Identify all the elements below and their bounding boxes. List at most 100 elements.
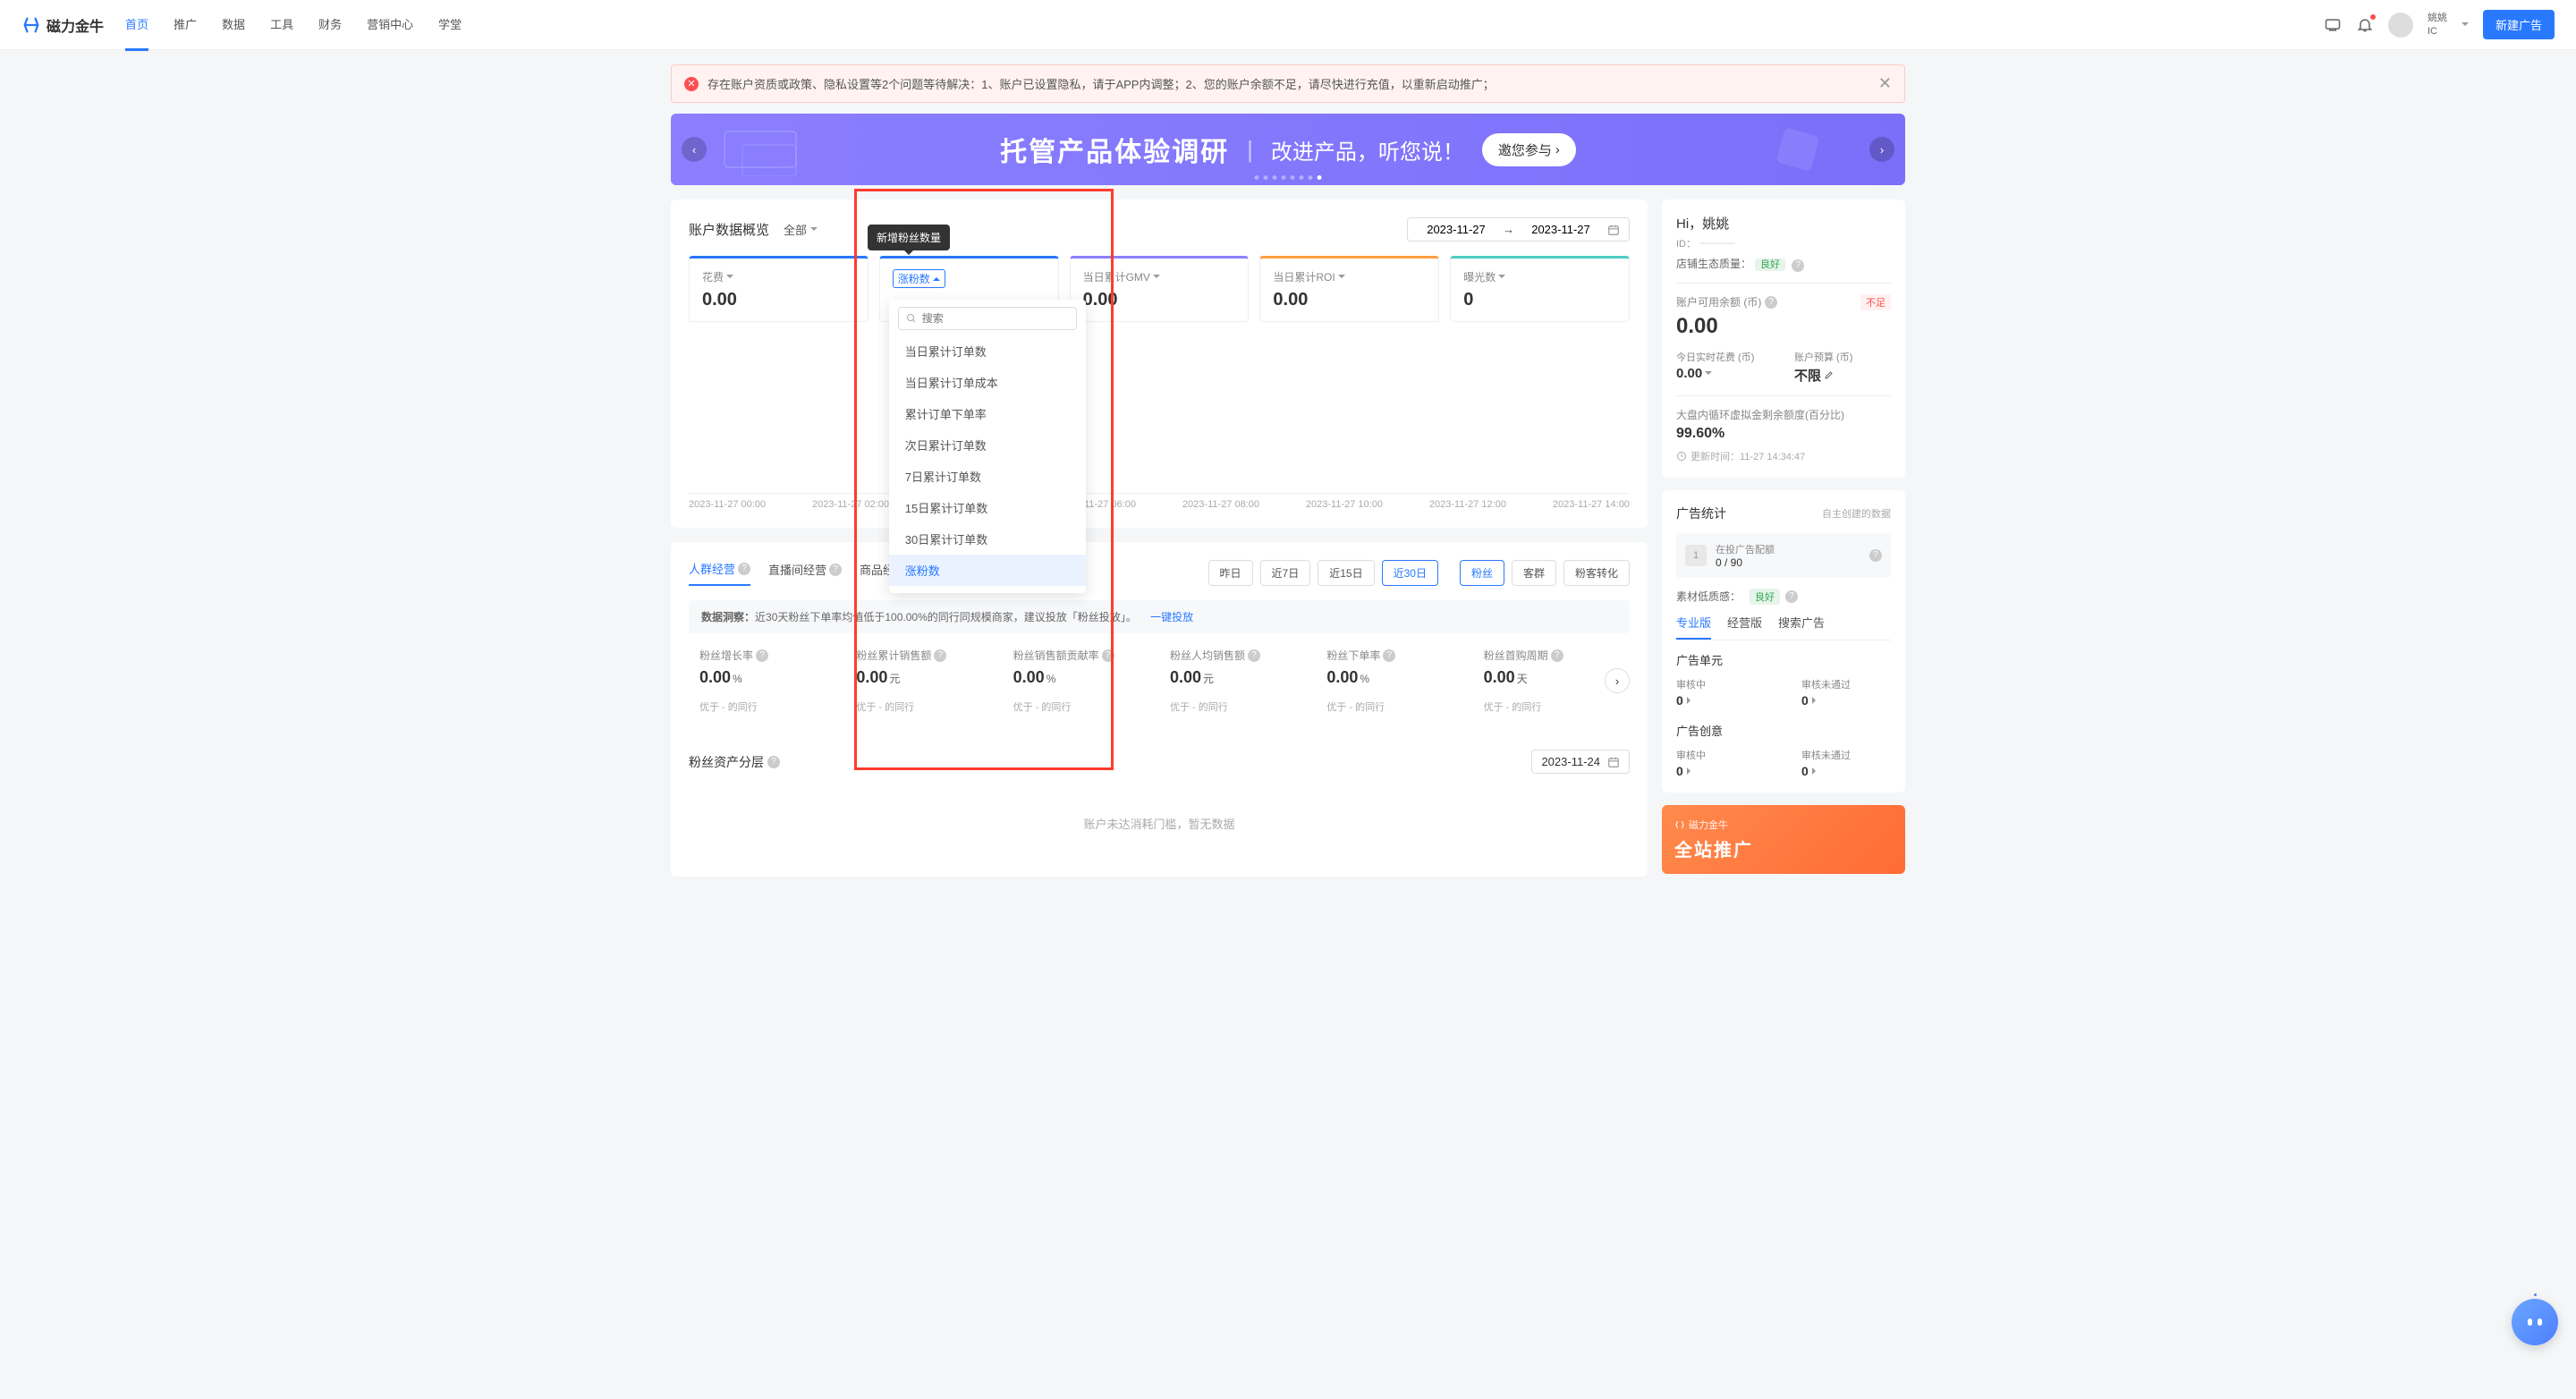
chevron-down-icon	[810, 227, 818, 234]
help-icon[interactable]: ?	[1248, 649, 1260, 662]
help-icon[interactable]: ?	[1102, 649, 1114, 662]
help-icon[interactable]: ?	[738, 563, 750, 575]
tag-btn-customers[interactable]: 客群	[1512, 560, 1556, 586]
update-time: 更新时间：11-27 14:34:47	[1676, 449, 1891, 463]
nav-school[interactable]: 学堂	[438, 0, 462, 51]
fan-metric-contribution: 粉丝销售额贡献率? 0.00% 优于 - 的同行	[1003, 648, 1159, 714]
review-pending-value[interactable]: 0	[1676, 693, 1766, 708]
help-icon[interactable]: ?	[829, 564, 842, 576]
banner-title: 托管产品体验调研	[1000, 130, 1229, 169]
review-fail-value[interactable]: 0	[1801, 693, 1891, 708]
metric-roi[interactable]: 当日累计ROI 0.00	[1259, 256, 1439, 322]
tab-crowd[interactable]: 人群经营?	[689, 560, 750, 586]
main-nav: 首页 推广 数据 工具 财务 营销中心 学堂	[125, 0, 462, 51]
time-btn-15d[interactable]: 近15日	[1318, 560, 1374, 586]
dropdown-item[interactable]: 30日累计订单数	[889, 523, 1086, 555]
main-layout: 账户数据概览 全部 → 新增粉丝数量	[671, 199, 1905, 891]
review-pending-value[interactable]: 0	[1676, 764, 1766, 778]
dropdown-item[interactable]: 15日累计订单数	[889, 492, 1086, 523]
chart-x-labels: 2023-11-27 00:00 2023-11-27 02:00 2023-1…	[689, 494, 1630, 510]
notification-icon[interactable]	[2356, 16, 2374, 34]
dropdown-item[interactable]: 7日累计订单数	[889, 461, 1086, 492]
dropdown-item[interactable]: 次日累计订单数	[889, 429, 1086, 461]
banner-cta-button[interactable]: 邀您参与 ›	[1482, 133, 1576, 166]
banner-deco-right	[1762, 127, 1852, 172]
dropdown-search[interactable]	[898, 307, 1077, 330]
version-tab-search[interactable]: 搜索广告	[1778, 614, 1825, 640]
nav-data[interactable]: 数据	[222, 0, 245, 51]
banner-subtitle: 改进产品，听您说！	[1271, 134, 1464, 165]
dropdown-item-active[interactable]: 涨粉数	[889, 555, 1086, 586]
help-icon[interactable]: ?	[1792, 259, 1804, 272]
chevron-right-icon	[1687, 767, 1694, 775]
date-to-input[interactable]	[1521, 223, 1600, 236]
help-icon[interactable]: ?	[1785, 590, 1798, 603]
help-icon[interactable]: ?	[767, 756, 780, 768]
insight-link[interactable]: 一键投放	[1150, 611, 1193, 623]
budget-value[interactable]: 不限	[1794, 366, 1891, 385]
dropdown-item[interactable]: 当日累计订单数	[889, 335, 1086, 367]
review-fail-value[interactable]: 0	[1801, 764, 1891, 778]
left-column: 账户数据概览 全部 → 新增粉丝数量	[671, 199, 1648, 891]
budget-label: 账户预算 (币)	[1794, 350, 1891, 364]
chevron-down-icon	[1705, 371, 1712, 378]
nav-tools[interactable]: 工具	[270, 0, 293, 51]
header: 磁力金牛 首页 推广 数据 工具 财务 营销中心 学堂 姚姚 IC 新建广告	[0, 0, 2576, 50]
date-from-input[interactable]	[1417, 223, 1496, 236]
metric-spend[interactable]: 花费 0.00	[689, 256, 869, 322]
chevron-down-icon	[1153, 275, 1160, 282]
metrics-next-button[interactable]: ›	[1605, 668, 1630, 693]
metric-gmv[interactable]: 当日累计GMV 0.00	[1070, 256, 1250, 322]
help-icon[interactable]: ?	[756, 649, 768, 662]
banner-prev-button[interactable]: ‹	[682, 137, 707, 162]
help-icon[interactable]: ?	[1383, 649, 1395, 662]
nav-finance[interactable]: 财务	[318, 0, 342, 51]
help-icon[interactable]: ?	[1869, 549, 1882, 562]
chat-float-button[interactable]	[2512, 1299, 2558, 1345]
asset-date-picker[interactable]: 2023-11-24	[1531, 750, 1630, 774]
banner-next-button[interactable]: ›	[1869, 137, 1894, 162]
logo[interactable]: 磁力金牛	[21, 14, 104, 36]
time-btn-30d[interactable]: 近30日	[1382, 560, 1438, 586]
metric-exposure[interactable]: 曝光数 0	[1450, 256, 1630, 322]
help-icon[interactable]: ?	[1765, 296, 1777, 309]
time-btn-yesterday[interactable]: 昨日	[1208, 560, 1253, 586]
nav-marketing[interactable]: 营销中心	[367, 0, 413, 51]
version-tabs: 专业版 经营版 搜索广告	[1676, 614, 1891, 640]
overview-filter[interactable]: 全部	[784, 221, 818, 238]
tab-live[interactable]: 直播间经营?	[768, 560, 842, 586]
today-spend-value: 0.00	[1676, 366, 1773, 381]
message-icon[interactable]	[2324, 16, 2342, 34]
tag-btn-fans[interactable]: 粉丝	[1460, 560, 1504, 586]
ad-stats-card: 广告统计 自主创建的数据 1 在投广告配额 0 / 90 ? 素材低质感： 良好…	[1662, 490, 1905, 793]
alert-close-button[interactable]: ✕	[1878, 74, 1892, 93]
user-name-block[interactable]: 姚姚 IC	[2428, 12, 2447, 38]
quota-value: 0 / 90	[1716, 556, 1860, 569]
nav-promote[interactable]: 推广	[174, 0, 197, 51]
today-spend-label: 今日实时花费 (币)	[1676, 350, 1773, 364]
metric-roi-value: 0.00	[1273, 290, 1426, 310]
page-container: ✕ 存在账户资质或政策、隐私设置等2个问题等待解决：1、账户已设置隐私，请于AP…	[349, 50, 2227, 905]
insight-bar: 数据洞察：近30天粉丝下单率均值低于100.00%的同行同规模商家，建议投放「粉…	[689, 600, 1630, 633]
metric-fans[interactable]: 涨粉数 当日累计订单数 当日累计订单成本 累计订单下单率 次日累计订单数	[879, 256, 1059, 322]
tag-btn-convert[interactable]: 粉客转化	[1563, 560, 1630, 586]
help-icon[interactable]: ?	[934, 649, 946, 662]
new-ad-button[interactable]: 新建广告	[2483, 10, 2555, 39]
user-avatar[interactable]	[2388, 13, 2413, 38]
help-icon[interactable]: ?	[1551, 649, 1563, 662]
dropdown-search-input[interactable]	[922, 312, 1069, 325]
user-dropdown-chevron[interactable]	[2462, 22, 2469, 30]
review-fail-label: 审核未通过	[1801, 748, 1891, 762]
bottom-promo-banner[interactable]: 磁力金牛 全站推广	[1662, 805, 1905, 874]
fan-metric-order-rate: 粉丝下单率? 0.00% 优于 - 的同行	[1316, 648, 1472, 714]
time-btn-7d[interactable]: 近7日	[1260, 560, 1311, 586]
version-tab-biz[interactable]: 经营版	[1727, 614, 1762, 640]
material-badge: 良好	[1750, 589, 1780, 605]
date-range-picker[interactable]: →	[1407, 217, 1630, 242]
version-tab-pro[interactable]: 专业版	[1676, 614, 1711, 640]
dropdown-item[interactable]: 当日累计订单成本	[889, 367, 1086, 398]
alert-error-icon: ✕	[684, 77, 699, 91]
dropdown-item[interactable]: 累计订单下单率	[889, 398, 1086, 429]
metric-spend-value: 0.00	[702, 290, 855, 310]
nav-home[interactable]: 首页	[125, 0, 148, 51]
